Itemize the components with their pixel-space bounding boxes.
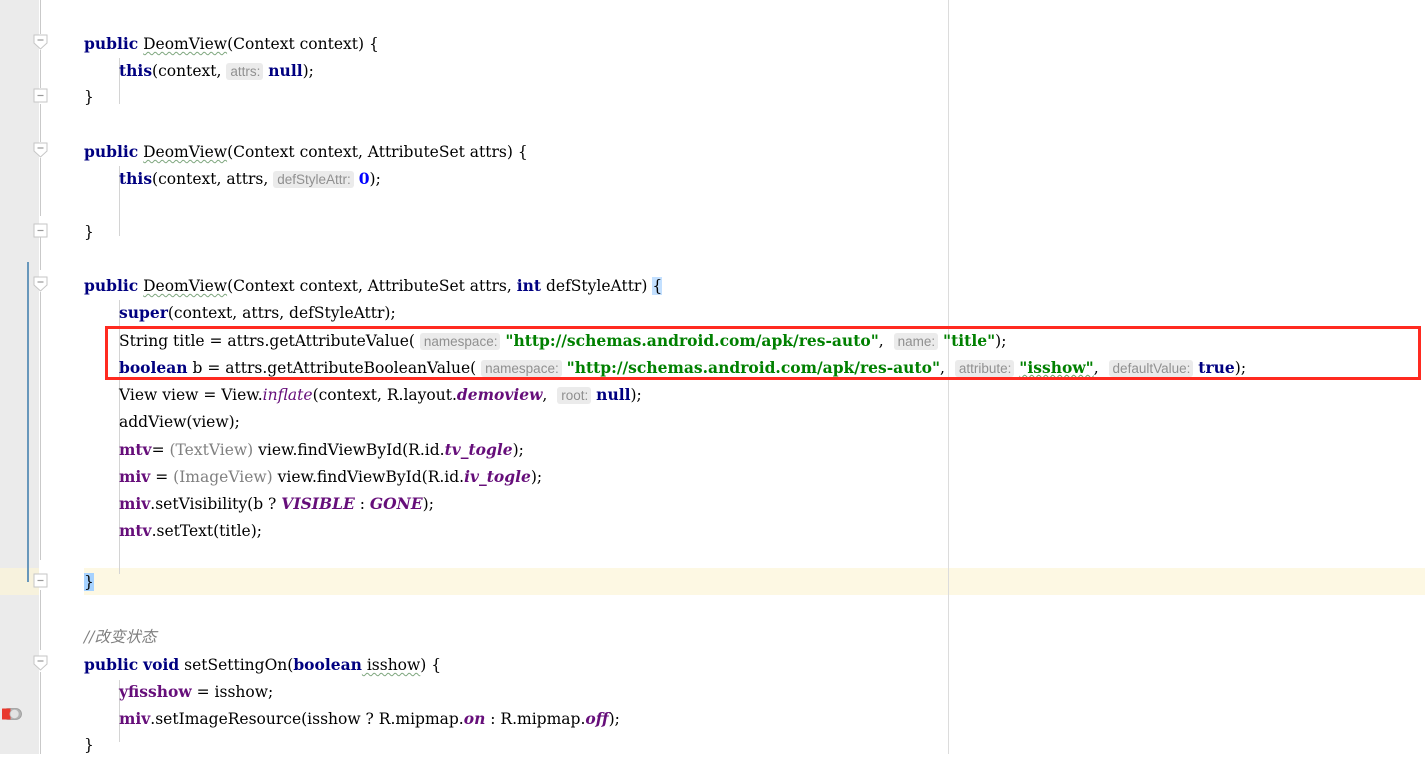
current-line-highlight xyxy=(39,568,1425,595)
code-line-ctor1-this-call[interactable]: this(context, attrs: null); xyxy=(119,57,314,84)
fold-toggle-icon[interactable] xyxy=(33,34,48,50)
code-line-ctor3-close[interactable]: } xyxy=(84,569,94,596)
param-hint-defstyleattr: defStyleAttr: xyxy=(273,171,354,188)
code-line-ctor2-signature[interactable]: public DeomView(Context context, Attribu… xyxy=(84,138,528,165)
param-hint-attribute: attribute: xyxy=(954,360,1015,377)
code-line-ctor2-close[interactable]: } xyxy=(84,219,94,246)
param-hint-root: root: xyxy=(557,387,592,404)
fold-rail-bottom xyxy=(40,672,41,754)
code-line-set-text[interactable]: mtv.setText(title); xyxy=(119,517,262,544)
code-line-find-imageview[interactable]: miv = (ImageView) view.findViewById(R.id… xyxy=(119,463,542,490)
code-line-setsettingon-signature[interactable]: public void setSettingOn(boolean isshow)… xyxy=(84,651,441,678)
code-line-ctor1-close[interactable]: } xyxy=(84,84,94,111)
code-editor[interactable]: public DeomView(Context context) { this(… xyxy=(0,0,1425,754)
fold-toggle-icon[interactable] xyxy=(33,142,48,158)
fold-toggle-icon[interactable] xyxy=(33,88,48,103)
gutter-fold-strip xyxy=(39,0,84,754)
fold-toggle-icon[interactable] xyxy=(33,655,48,671)
fold-rail-ctor1 xyxy=(40,50,41,88)
editor-gutter[interactable] xyxy=(0,0,39,754)
param-hint-namespace: namespace: xyxy=(481,360,562,377)
code-line-assign-yfisshow[interactable]: yfisshow = isshow; xyxy=(119,678,273,705)
param-hint-defaultvalue: defaultValue: xyxy=(1108,360,1194,377)
param-hint-name: name: xyxy=(893,333,939,350)
method-context-bar xyxy=(27,262,29,582)
code-line-ctor1-signature[interactable]: public DeomView(Context context) { xyxy=(84,30,379,57)
fold-rail-mid3 xyxy=(40,590,41,650)
toggle-switch-off-icon[interactable] xyxy=(2,706,22,722)
fold-toggle-icon[interactable] xyxy=(33,573,48,588)
fold-rail-mid1 xyxy=(40,104,41,142)
fold-rail-ctor3 xyxy=(40,292,41,560)
fold-toggle-icon[interactable] xyxy=(33,276,48,292)
fold-rail-ctor2 xyxy=(40,158,41,216)
code-line-inflate-view[interactable]: View view = View.inflate(context, R.layo… xyxy=(119,381,642,408)
fold-rail-top xyxy=(40,0,41,34)
code-line-ctor3-signature[interactable]: public DeomView(Context context, Attribu… xyxy=(84,272,663,299)
code-line-ctor3-super-call[interactable]: super(context, attrs, defStyleAttr); xyxy=(119,299,396,326)
fold-toggle-icon[interactable] xyxy=(33,223,48,238)
code-line-find-textview[interactable]: mtv= (TextView) view.findViewById(R.id.t… xyxy=(119,436,524,463)
code-line-get-title[interactable]: String title = attrs.getAttributeValue( … xyxy=(119,327,1006,354)
param-hint-namespace: namespace: xyxy=(419,333,501,350)
code-line-ctor2-this-call[interactable]: this(context, attrs, defStyleAttr: 0); xyxy=(119,165,381,192)
code-line-get-isshow[interactable]: boolean b = attrs.getAttributeBooleanVal… xyxy=(119,354,1246,381)
code-line-add-view[interactable]: addView(view); xyxy=(119,409,240,436)
code-line-set-image-resource[interactable]: miv.setImageResource(isshow ? R.mipmap.o… xyxy=(119,705,620,732)
code-line-setsettingon-close[interactable]: } xyxy=(84,732,94,759)
code-line-set-visibility[interactable]: miv.setVisibility(b ? VISIBLE : GONE); xyxy=(119,490,434,517)
code-line-comment-change-state[interactable]: //改变状态 xyxy=(84,624,156,651)
param-hint-attrs: attrs: xyxy=(226,63,264,80)
